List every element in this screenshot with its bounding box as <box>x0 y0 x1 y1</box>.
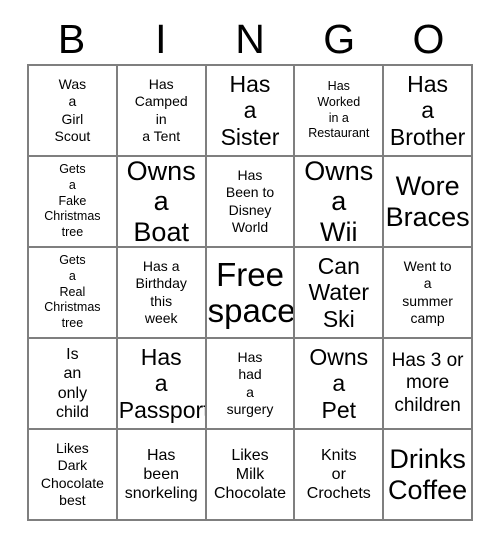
bingo-cell[interactable]: Owns a Wii <box>295 157 385 248</box>
bingo-row: Gets a Fake Christmas tree Owns a Boat H… <box>29 157 473 248</box>
bingo-cell-text: Has Camped in a Tent <box>134 76 188 144</box>
bingo-cell[interactable]: Was a Girl Scout <box>29 66 118 157</box>
bingo-cell[interactable]: Gets a Fake Christmas tree <box>29 157 118 248</box>
bingo-cell-text: Has a Sister <box>220 71 280 150</box>
header-letter-g: G <box>323 15 356 62</box>
bingo-cell-text: Has a Birthday this week <box>135 258 187 326</box>
bingo-row: Is an only child Has a Passport Has had … <box>29 339 473 430</box>
bingo-row: Was a Girl Scout Has Camped in a Tent Ha… <box>29 66 473 157</box>
bingo-header: B I N G O <box>27 14 473 64</box>
bingo-cell-text: Has a Brother <box>389 71 466 150</box>
bingo-cell-text: Likes Milk Chocolate <box>213 446 287 503</box>
bingo-cell-text: Has Worked in a Restaurant <box>308 79 370 141</box>
bingo-cell-text: Gets a Real Christmas tree <box>44 253 101 330</box>
bingo-cell-text: Was a Girl Scout <box>54 76 91 144</box>
bingo-grid: Was a Girl Scout Has Camped in a Tent Ha… <box>27 64 473 521</box>
bingo-cell-text: Is an only child <box>55 346 89 421</box>
bingo-cell-text: Has Been to Disney World <box>225 167 275 235</box>
bingo-cell-text: Gets a Fake Christmas tree <box>44 162 101 239</box>
bingo-cell-text: Has had a surgery <box>226 349 274 417</box>
bingo-cell[interactable]: Has been snorkeling <box>117 430 207 521</box>
bingo-cell[interactable]: Likes Dark Chocolate best <box>29 430 118 521</box>
bingo-cell-text: Likes Dark Chocolate best <box>40 440 104 508</box>
bingo-cell[interactable]: Has Been to Disney World <box>206 157 296 248</box>
bingo-cell-text: Free space <box>207 255 296 329</box>
bingo-cell[interactable]: Has 3 or more children <box>384 339 473 430</box>
bingo-cell-text: Knits or Crochets <box>306 446 371 503</box>
bingo-cell-free-space[interactable]: Free space <box>206 248 296 339</box>
bingo-cell-text: Went to a summer camp <box>402 258 453 326</box>
bingo-cell[interactable]: Has a Passport <box>117 339 207 430</box>
bingo-cell[interactable]: Has had a surgery <box>206 339 296 430</box>
header-letter-b: B <box>57 15 86 62</box>
bingo-cell[interactable]: Is an only child <box>29 339 118 430</box>
bingo-cell-text: Has 3 or more children <box>391 349 464 416</box>
bingo-cell[interactable]: Owns a Pet <box>295 339 385 430</box>
bingo-cell-text: Owns a Pet <box>309 344 369 423</box>
bingo-cell-text: Has a Passport <box>118 344 207 423</box>
bingo-cell-text: Wore Braces <box>385 171 470 232</box>
bingo-cell-text: Can Water Ski <box>308 253 370 332</box>
header-letter-o: O <box>412 15 445 62</box>
bingo-cell[interactable]: Wore Braces <box>384 157 473 248</box>
bingo-cell[interactable]: Went to a summer camp <box>384 248 473 339</box>
bingo-cell[interactable]: Has a Birthday this week <box>117 248 207 339</box>
bingo-card: B I N G O Was a Girl Scout Has Camped in… <box>27 14 473 521</box>
bingo-cell[interactable]: Drinks Coffee <box>384 430 473 521</box>
bingo-cell-text: Has been snorkeling <box>124 446 198 503</box>
header-letter-n: N <box>235 15 265 62</box>
bingo-cell-text: Owns a Wii <box>304 157 374 247</box>
bingo-cell[interactable]: Has Camped in a Tent <box>117 66 207 157</box>
bingo-cell-text: Drinks Coffee <box>388 444 468 505</box>
bingo-cell[interactable]: Likes Milk Chocolate <box>206 430 296 521</box>
bingo-row: Likes Dark Chocolate best Has been snork… <box>29 430 473 521</box>
bingo-cell[interactable]: Gets a Real Christmas tree <box>29 248 118 339</box>
header-letter-i: I <box>155 15 167 62</box>
bingo-cell-text: Owns a Boat <box>126 157 196 247</box>
bingo-cell[interactable]: Has a Sister <box>206 66 296 157</box>
bingo-row: Gets a Real Christmas tree Has a Birthda… <box>29 248 473 339</box>
bingo-cell[interactable]: Knits or Crochets <box>295 430 385 521</box>
bingo-cell[interactable]: Owns a Boat <box>117 157 207 248</box>
bingo-cell[interactable]: Has a Brother <box>384 66 473 157</box>
bingo-cell[interactable]: Can Water Ski <box>295 248 385 339</box>
bingo-cell[interactable]: Has Worked in a Restaurant <box>295 66 385 157</box>
